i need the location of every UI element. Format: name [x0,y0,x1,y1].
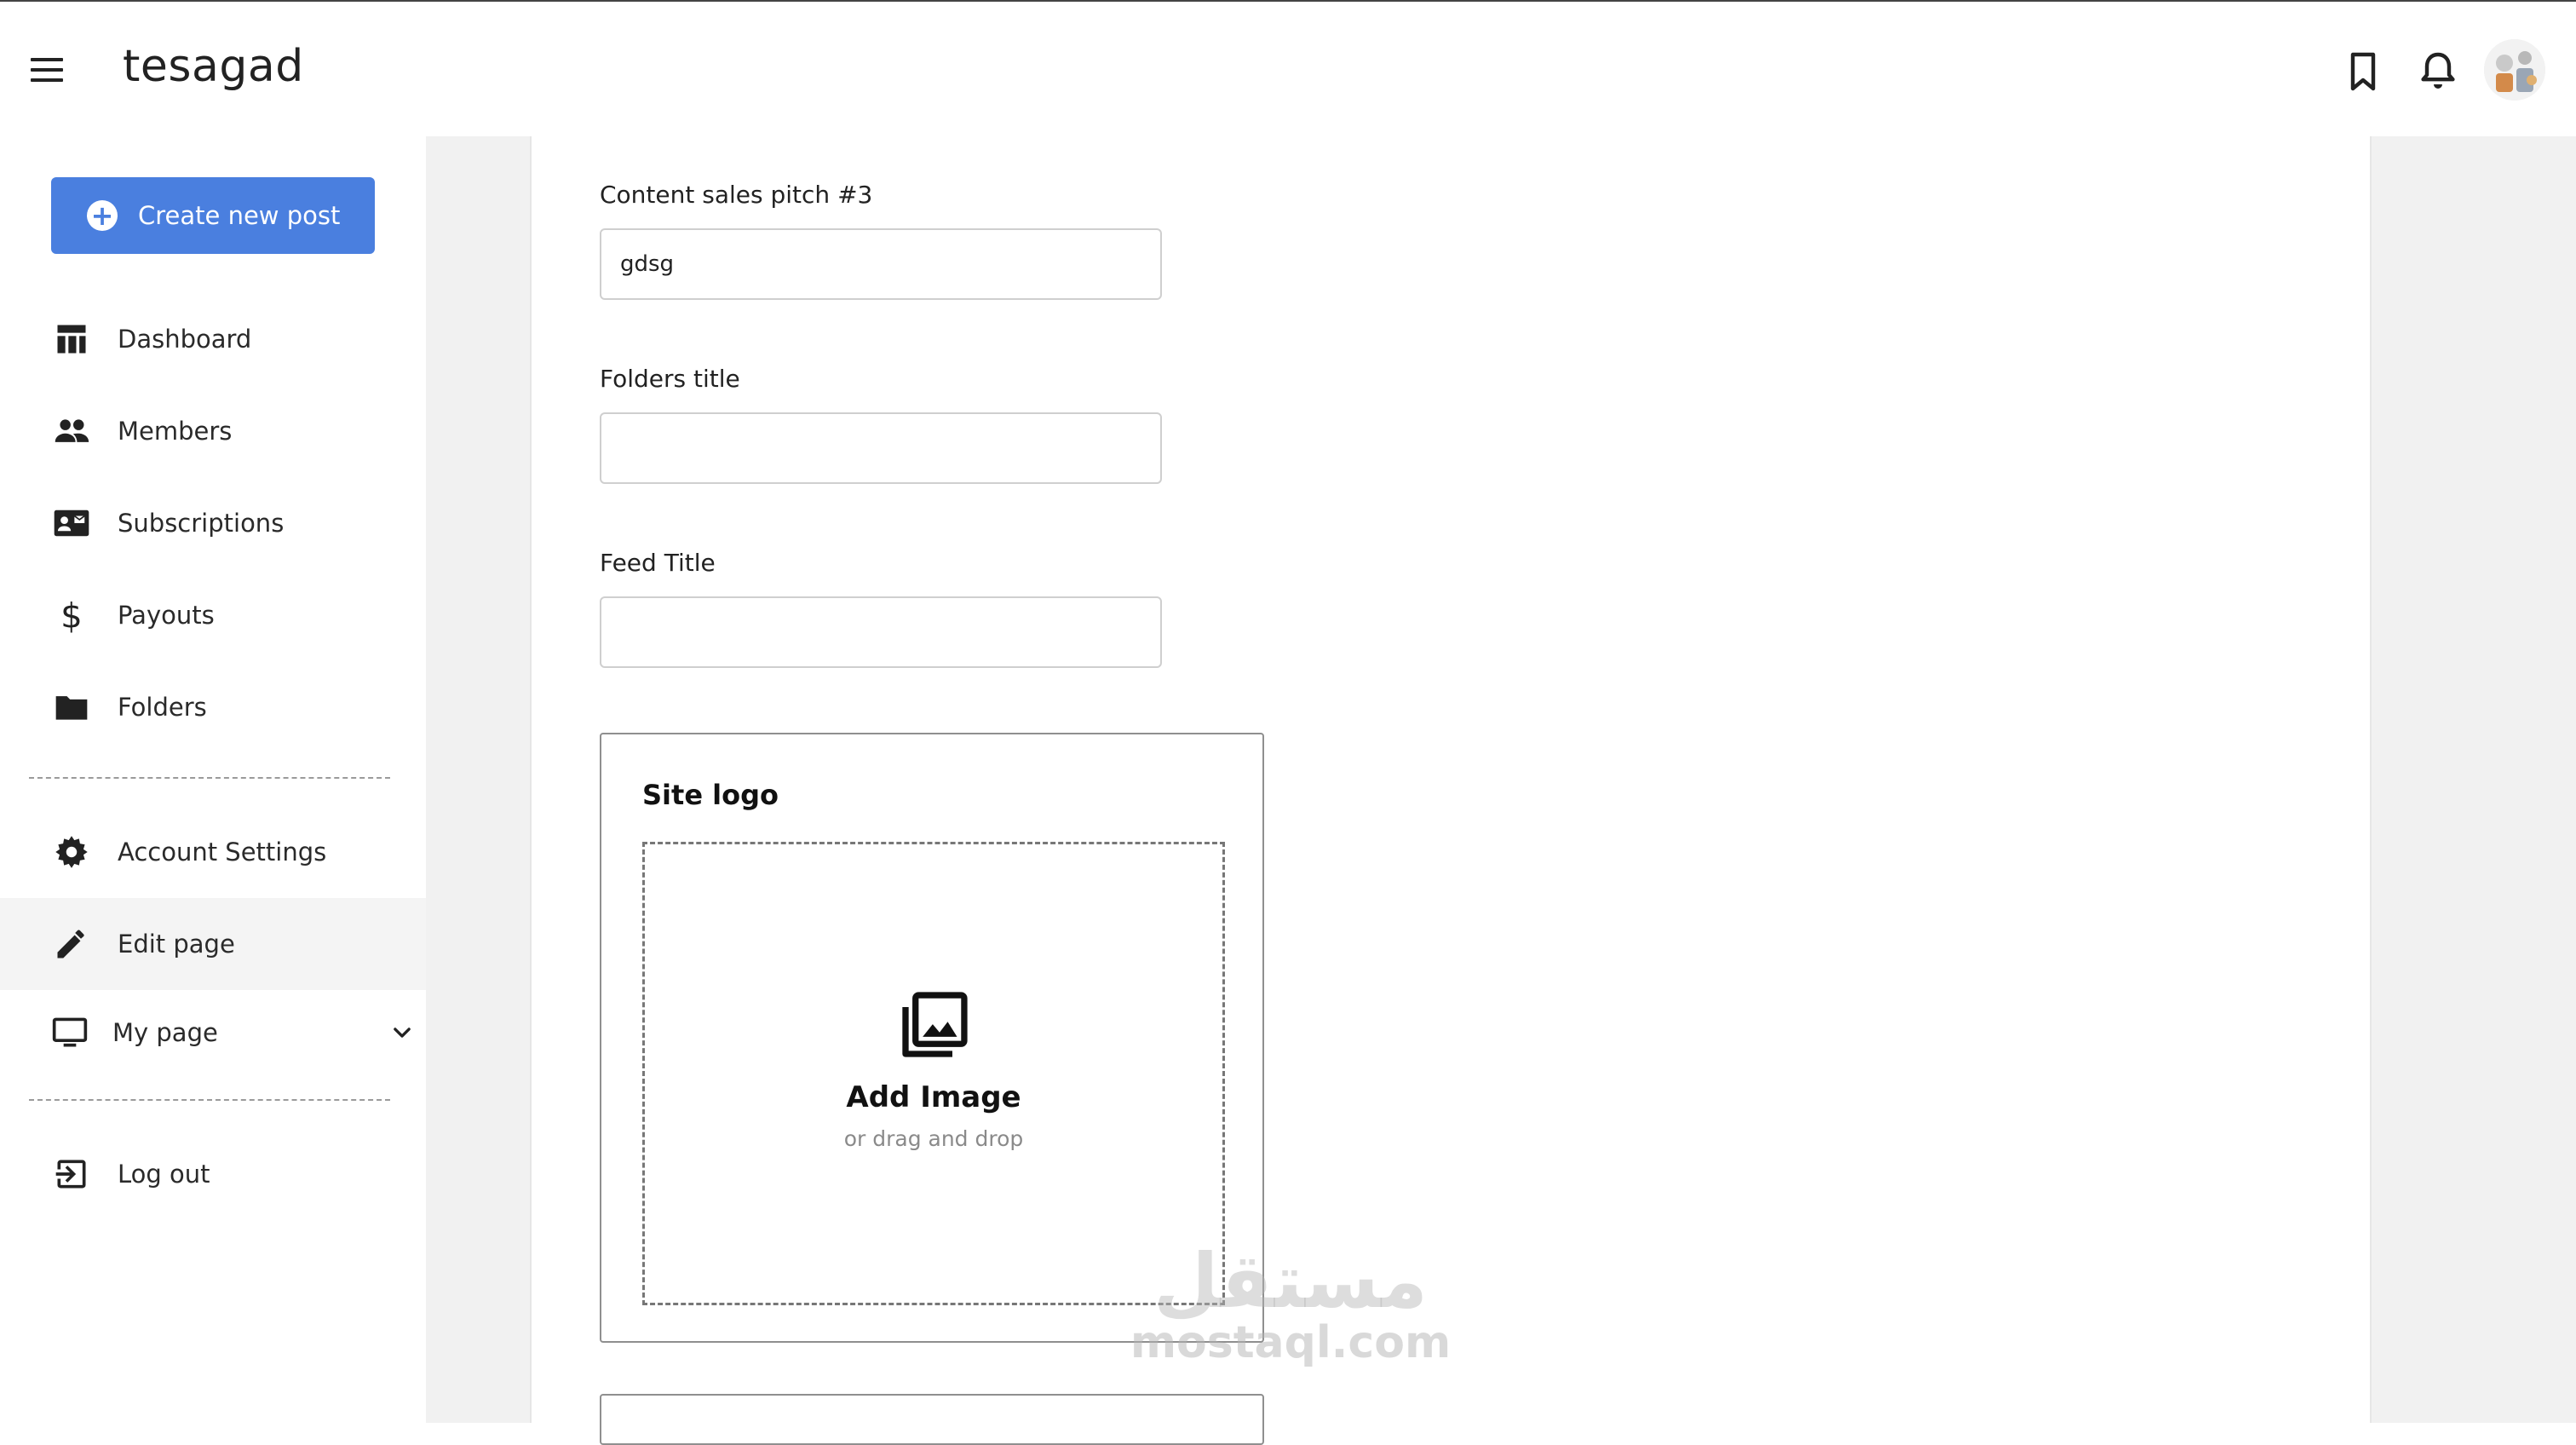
sidebar-item-label: Payouts [118,601,215,630]
sidebar-item-account-settings[interactable]: Account Settings [0,806,426,898]
sidebar-item-label: My page [112,1018,218,1047]
sidebar-item-payouts[interactable]: $ Payouts [0,569,426,661]
sidebar-item-label: Subscriptions [118,509,285,538]
sidebar-item-label: Dashboard [118,325,252,354]
sidebar: + Create new post Dashboard Members Subs… [0,136,426,1423]
log-out-button[interactable]: Log out [0,1128,426,1220]
sidebar-item-label: Folders [118,693,207,722]
content-sales-pitch-3-input[interactable]: gdsg [600,228,1162,300]
hamburger-menu-icon[interactable] [31,58,65,85]
edit-page-form: Content sales pitch #3 gdsg Folders titl… [530,136,2372,1445]
dollar-icon: $ [53,596,90,634]
content-gutter-right [2372,136,2576,1423]
app-title: tesagad [123,41,304,92]
sidebar-item-edit-page[interactable]: Edit page [0,898,426,990]
pitch3-label: Content sales pitch #3 [600,181,873,209]
logout-icon [53,1155,90,1193]
sidebar-item-members[interactable]: Members [0,385,426,477]
sidebar-item-subscriptions[interactable]: Subscriptions [0,477,426,569]
user-avatar[interactable] [2484,39,2545,101]
monitor-icon [51,1014,89,1051]
gear-icon [53,833,90,871]
next-upload-card [600,1394,1264,1445]
top-app-bar: tesagad [0,2,2576,136]
sidebar-divider [29,777,390,779]
content-gutter-left [426,136,530,1423]
log-out-label: Log out [118,1160,210,1189]
sidebar-item-label: Edit page [118,930,235,959]
contact-card-icon [53,504,90,542]
feed-title-input[interactable] [600,596,1162,668]
add-image-label: Add Image [846,1079,1021,1114]
folders-title-label: Folders title [600,365,740,393]
create-new-post-button[interactable]: + Create new post [51,177,375,254]
sidebar-item-label: Account Settings [118,838,327,866]
create-new-post-label: Create new post [138,201,341,230]
site-logo-card: Site logo Add Image or drag and drop [600,733,1264,1343]
image-gallery-icon [896,988,971,1063]
svg-text:$: $ [60,596,83,634]
sidebar-divider [29,1099,390,1101]
people-icon [53,412,90,450]
pencil-icon [53,925,90,963]
folder-icon [53,688,90,726]
bell-icon[interactable] [2418,49,2458,94]
sidebar-item-folders[interactable]: Folders [0,661,426,753]
drag-drop-hint: or drag and drop [843,1125,1024,1151]
bookmark-icon[interactable] [2343,49,2383,94]
plus-circle-icon: + [87,200,118,231]
feed-title-label: Feed Title [600,549,716,577]
chevron-down-icon[interactable] [390,1021,414,1045]
dashboard-icon [53,320,90,358]
folders-title-input[interactable] [600,412,1162,484]
image-dropzone[interactable]: Add Image or drag and drop [642,842,1225,1305]
sidebar-item-dashboard[interactable]: Dashboard [0,293,426,385]
sidebar-item-my-page[interactable]: My page [0,987,426,1079]
site-logo-title: Site logo [642,779,779,811]
sidebar-item-label: Members [118,417,233,446]
